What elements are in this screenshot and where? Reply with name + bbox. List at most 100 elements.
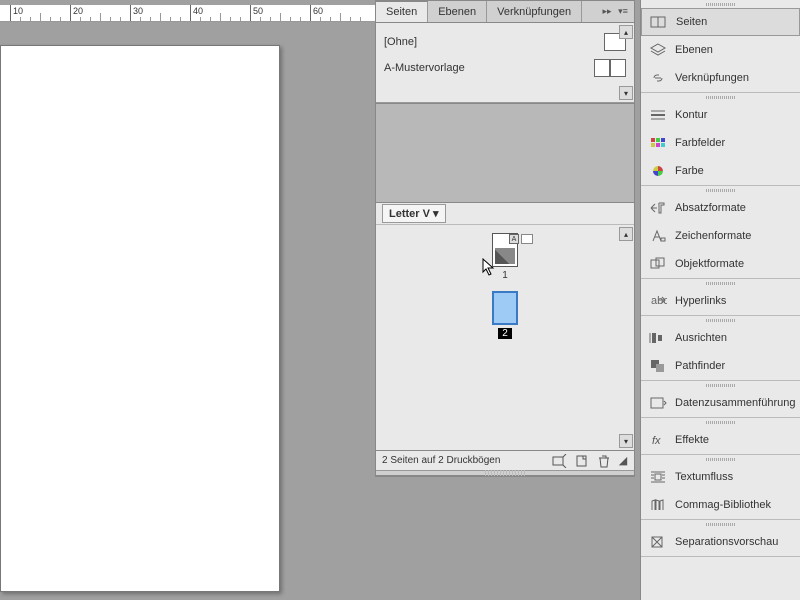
panel-library[interactable]: Commag-Bibliothek (641, 491, 800, 519)
scroll-down-icon[interactable]: ▾ (619, 434, 633, 448)
panel-group: fx Effekte (641, 418, 800, 455)
datamerge-icon (649, 395, 667, 411)
panel-group: Separationsvorschau (641, 520, 800, 557)
panel-pathfinder[interactable]: Pathfinder (641, 352, 800, 380)
master-badge: A (509, 234, 519, 244)
panel-label: Textumfluss (675, 471, 733, 483)
obj-icon (649, 256, 667, 272)
group-grabber[interactable] (641, 316, 800, 324)
panel-sep[interactable]: Separationsvorschau (641, 528, 800, 556)
ruler-tick: 10 (10, 5, 11, 21)
group-grabber[interactable] (641, 381, 800, 389)
panel-menu-icon[interactable]: ▾≡ (616, 5, 630, 19)
panel-tabs: Seiten Ebenen Verknüpfungen ▸▸ ▾≡ (376, 1, 634, 23)
tab-ebenen[interactable]: Ebenen (428, 1, 487, 22)
ruler-tick: 60 (310, 5, 311, 21)
panel-gap (376, 103, 634, 203)
panel-para[interactable]: Absatzformate (641, 194, 800, 222)
right-panel-dock: Seiten Ebenen Verknüpfungen Kontur Farbfelde… (640, 0, 800, 600)
panel-textwrap[interactable]: Textumfluss (641, 463, 800, 491)
image-indicator-icon (521, 234, 533, 244)
master-thumb-left[interactable] (594, 59, 610, 77)
panel-label: Hyperlinks (675, 295, 726, 307)
page-number: 1 (502, 270, 508, 281)
panel-label: Farbe (675, 165, 704, 177)
tab-verknuepfungen[interactable]: Verknüpfungen (487, 1, 582, 22)
panel-group: Textumfluss Commag-Bibliothek (641, 455, 800, 520)
tab-label: Ebenen (438, 6, 476, 18)
panel-color[interactable]: Farbe (641, 157, 800, 185)
panel-label: Datenzusammenführung (675, 397, 795, 409)
collapse-panel-icon[interactable]: ▸▸ (600, 5, 614, 19)
group-grabber[interactable] (641, 520, 800, 528)
group-grabber[interactable] (641, 279, 800, 287)
resize-grip-icon[interactable]: ◢ (618, 454, 628, 468)
pathfinder-icon (649, 358, 667, 374)
group-grabber[interactable] (641, 93, 800, 101)
pages-panel: Seiten Ebenen Verknüpfungen ▸▸ ▾≡ [Ohne]… (375, 0, 635, 477)
panel-label: Verknüpfungen (675, 72, 749, 84)
master-pages-section: [Ohne] A-Mustervorlage ▴ ▾ (376, 23, 634, 103)
panel-resize-bar[interactable] (376, 470, 634, 476)
ruler-tick: 40 (190, 5, 191, 21)
sep-icon (649, 534, 667, 550)
panel-stroke[interactable]: Kontur (641, 101, 800, 129)
page-item-2[interactable]: 2 (376, 291, 634, 339)
new-page-icon[interactable] (574, 454, 590, 468)
color-icon (649, 163, 667, 179)
scroll-up-icon[interactable]: ▴ (619, 25, 633, 39)
tab-label: Seiten (386, 6, 417, 18)
panel-links[interactable]: Verknüpfungen (641, 64, 800, 92)
panel-group: Kontur Farbfelder Farbe (641, 93, 800, 186)
panel-label: Kontur (675, 109, 707, 121)
panel-align[interactable]: Ausrichten (641, 324, 800, 352)
page-thumb[interactable] (492, 291, 518, 325)
panel-swatches[interactable]: Farbfelder (641, 129, 800, 157)
panel-label: Objektformate (675, 258, 744, 270)
group-grabber[interactable] (641, 418, 800, 426)
page-size-dropdown[interactable]: Letter V ▾ (382, 204, 446, 223)
page-thumb[interactable]: A (492, 233, 518, 267)
group-grabber[interactable] (641, 455, 800, 463)
textwrap-icon (649, 469, 667, 485)
ruler-tick: 30 (130, 5, 131, 21)
page-item-1[interactable]: A 1 (376, 233, 634, 281)
master-row-none[interactable]: [Ohne] (384, 29, 626, 55)
chevron-down-icon: ▾ (433, 208, 439, 220)
panel-hyperlink[interactable]: abcHyperlinks (641, 287, 800, 315)
panel-label: Separationsvorschau (675, 536, 778, 548)
panel-label: Pathfinder (675, 360, 725, 372)
scroll-up-icon[interactable]: ▴ (619, 227, 633, 241)
page-number: 2 (498, 328, 512, 339)
stroke-icon (649, 107, 667, 123)
scroll-down-icon[interactable]: ▾ (619, 86, 633, 100)
panel-group: Ausrichten Pathfinder (641, 316, 800, 381)
panel-label: Commag-Bibliothek (675, 499, 771, 511)
master-row-a[interactable]: A-Mustervorlage (384, 55, 626, 81)
panel-datamerge[interactable]: Datenzusammenführung (641, 389, 800, 417)
document-canvas[interactable] (0, 45, 280, 592)
edit-page-size-icon[interactable] (552, 454, 568, 468)
panel-char[interactable]: Zeichenformate (641, 222, 800, 250)
status-text: 2 Seiten auf 2 Druckbögen (382, 455, 546, 466)
group-grabber[interactable] (641, 186, 800, 194)
panel-label: Absatzformate (675, 202, 746, 214)
fx-icon: fx (649, 432, 667, 448)
panel-layers[interactable]: Ebenen (641, 36, 800, 64)
panel-label: Ebenen (675, 44, 713, 56)
panel-fx[interactable]: fx Effekte (641, 426, 800, 454)
ruler-tick: 20 (70, 5, 71, 21)
master-thumb-right[interactable] (610, 59, 626, 77)
svg-text:fx: fx (652, 435, 661, 447)
pages-list: ▴ A 1 2 ▾ (376, 225, 634, 450)
panel-group: Datenzusammenführung (641, 381, 800, 418)
delete-page-icon[interactable] (596, 454, 612, 468)
panel-status-bar: 2 Seiten auf 2 Druckbögen ◢ (376, 450, 634, 470)
panel-group: Absatzformate Zeichenformate Objektformate (641, 186, 800, 279)
panel-obj[interactable]: Objektformate (641, 250, 800, 278)
page-size-bar: Letter V ▾ (376, 203, 634, 225)
panel-pages[interactable]: Seiten (641, 8, 800, 36)
group-grabber[interactable] (641, 0, 800, 8)
tab-seiten[interactable]: Seiten (376, 1, 428, 22)
panel-label: Effekte (675, 434, 709, 446)
